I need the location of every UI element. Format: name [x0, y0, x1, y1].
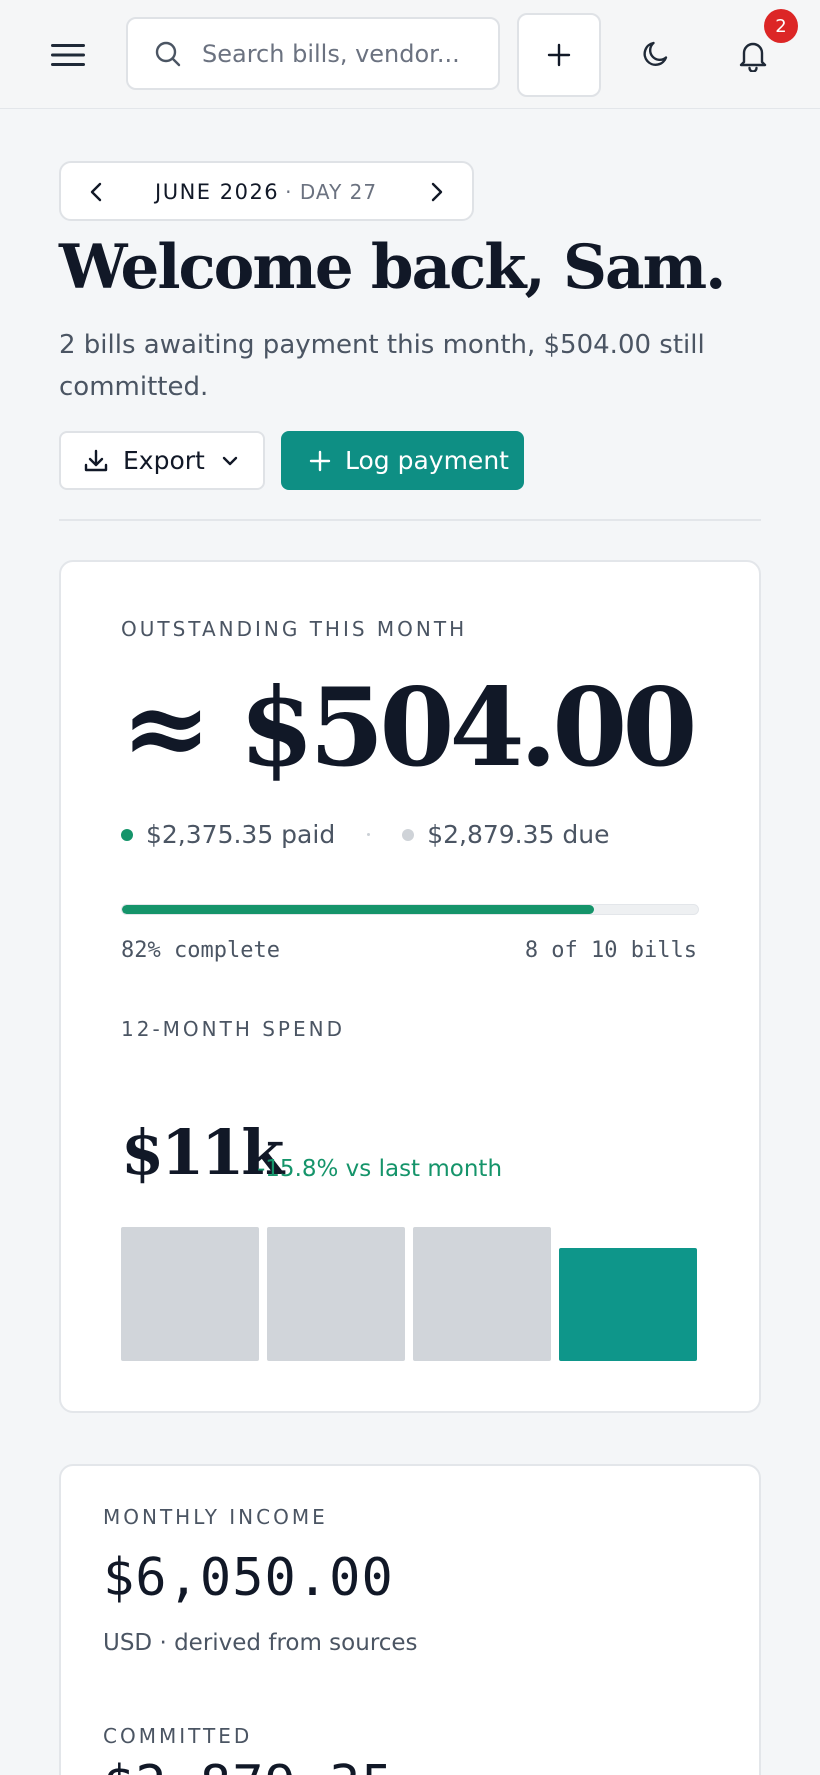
- income-eyebrow: MONTHLY INCOME: [103, 1505, 328, 1529]
- bell-icon: [739, 42, 767, 72]
- chevron-down-icon: [222, 456, 238, 465]
- outstanding-amount: ≈ $504.00: [121, 665, 698, 791]
- due-amount: $2,879.35 due: [427, 820, 610, 849]
- chevron-right-icon: [431, 182, 443, 202]
- search-input[interactable]: [202, 39, 492, 68]
- spend-delta: -15.8% vs last month: [257, 1156, 503, 1182]
- spend-eyebrow: 12-MONTH SPEND: [121, 1017, 345, 1041]
- outstanding-eyebrow: OUTSTANDING THIS MONTH: [121, 617, 468, 641]
- bills-count-label: 8 of 10 bills: [524, 938, 697, 963]
- export-label: Export: [123, 446, 205, 475]
- plus-icon: [309, 450, 331, 471]
- hamburger-menu-icon: [51, 44, 85, 66]
- committed-amount: $2,879.35: [103, 1755, 394, 1775]
- spend-bar: [413, 1227, 551, 1361]
- outstanding-card: OUTSTANDING THIS MONTH ≈ $504.00 $2,375.…: [59, 560, 761, 1413]
- page-title: Welcome back, Sam.: [59, 232, 726, 303]
- current-date: JUNE 2026 · DAY 27: [155, 180, 377, 204]
- income-note: USD · derived from sources: [103, 1630, 418, 1656]
- download-icon: [84, 449, 108, 471]
- paid-dot: [121, 828, 133, 841]
- due-dot: [402, 828, 415, 841]
- plus-icon: [547, 43, 571, 67]
- export-button[interactable]: Export: [59, 431, 265, 490]
- page-subtitle: 2 bills awaiting payment this month, $50…: [59, 330, 705, 402]
- theme-toggle-button[interactable]: [630, 28, 682, 80]
- next-month-button[interactable]: [422, 177, 452, 207]
- moon-icon: [643, 41, 668, 66]
- income-card: MONTHLY INCOME $6,050.00 USD · derived f…: [59, 1464, 761, 1775]
- date-navigator: JUNE 2026 · DAY 27: [59, 161, 474, 221]
- log-payment-label: Log payment: [345, 446, 509, 475]
- section-divider: [59, 519, 761, 521]
- log-payment-button[interactable]: Log payment: [281, 431, 524, 490]
- payment-progress-fill: [122, 905, 595, 914]
- current-month: JUNE 2026: [155, 180, 280, 204]
- spend-bar: [121, 1227, 259, 1361]
- add-button[interactable]: [517, 13, 601, 97]
- progress-percent-label: 82% complete: [121, 938, 280, 963]
- spend-bar-chart: [121, 1227, 701, 1361]
- paid-due-legend: $2,375.35 paid $2,879.35 due: [121, 820, 609, 849]
- previous-month-button[interactable]: [81, 177, 111, 207]
- committed-eyebrow: COMMITTED: [103, 1724, 253, 1748]
- current-day: · DAY 27: [285, 180, 378, 204]
- search-box[interactable]: [126, 17, 500, 90]
- legend-separator: [367, 833, 371, 836]
- spend-bar: [559, 1248, 697, 1361]
- menu-button[interactable]: [42, 30, 94, 80]
- paid-amount: $2,375.35 paid: [146, 820, 336, 849]
- notifications-badge: 2: [764, 9, 798, 43]
- chevron-left-icon: [90, 182, 102, 202]
- top-bar: 2: [0, 0, 820, 109]
- payment-progress-bar: [121, 904, 699, 915]
- spend-bar: [267, 1227, 405, 1361]
- search-icon: [155, 41, 181, 66]
- income-amount: $6,050.00: [103, 1548, 394, 1608]
